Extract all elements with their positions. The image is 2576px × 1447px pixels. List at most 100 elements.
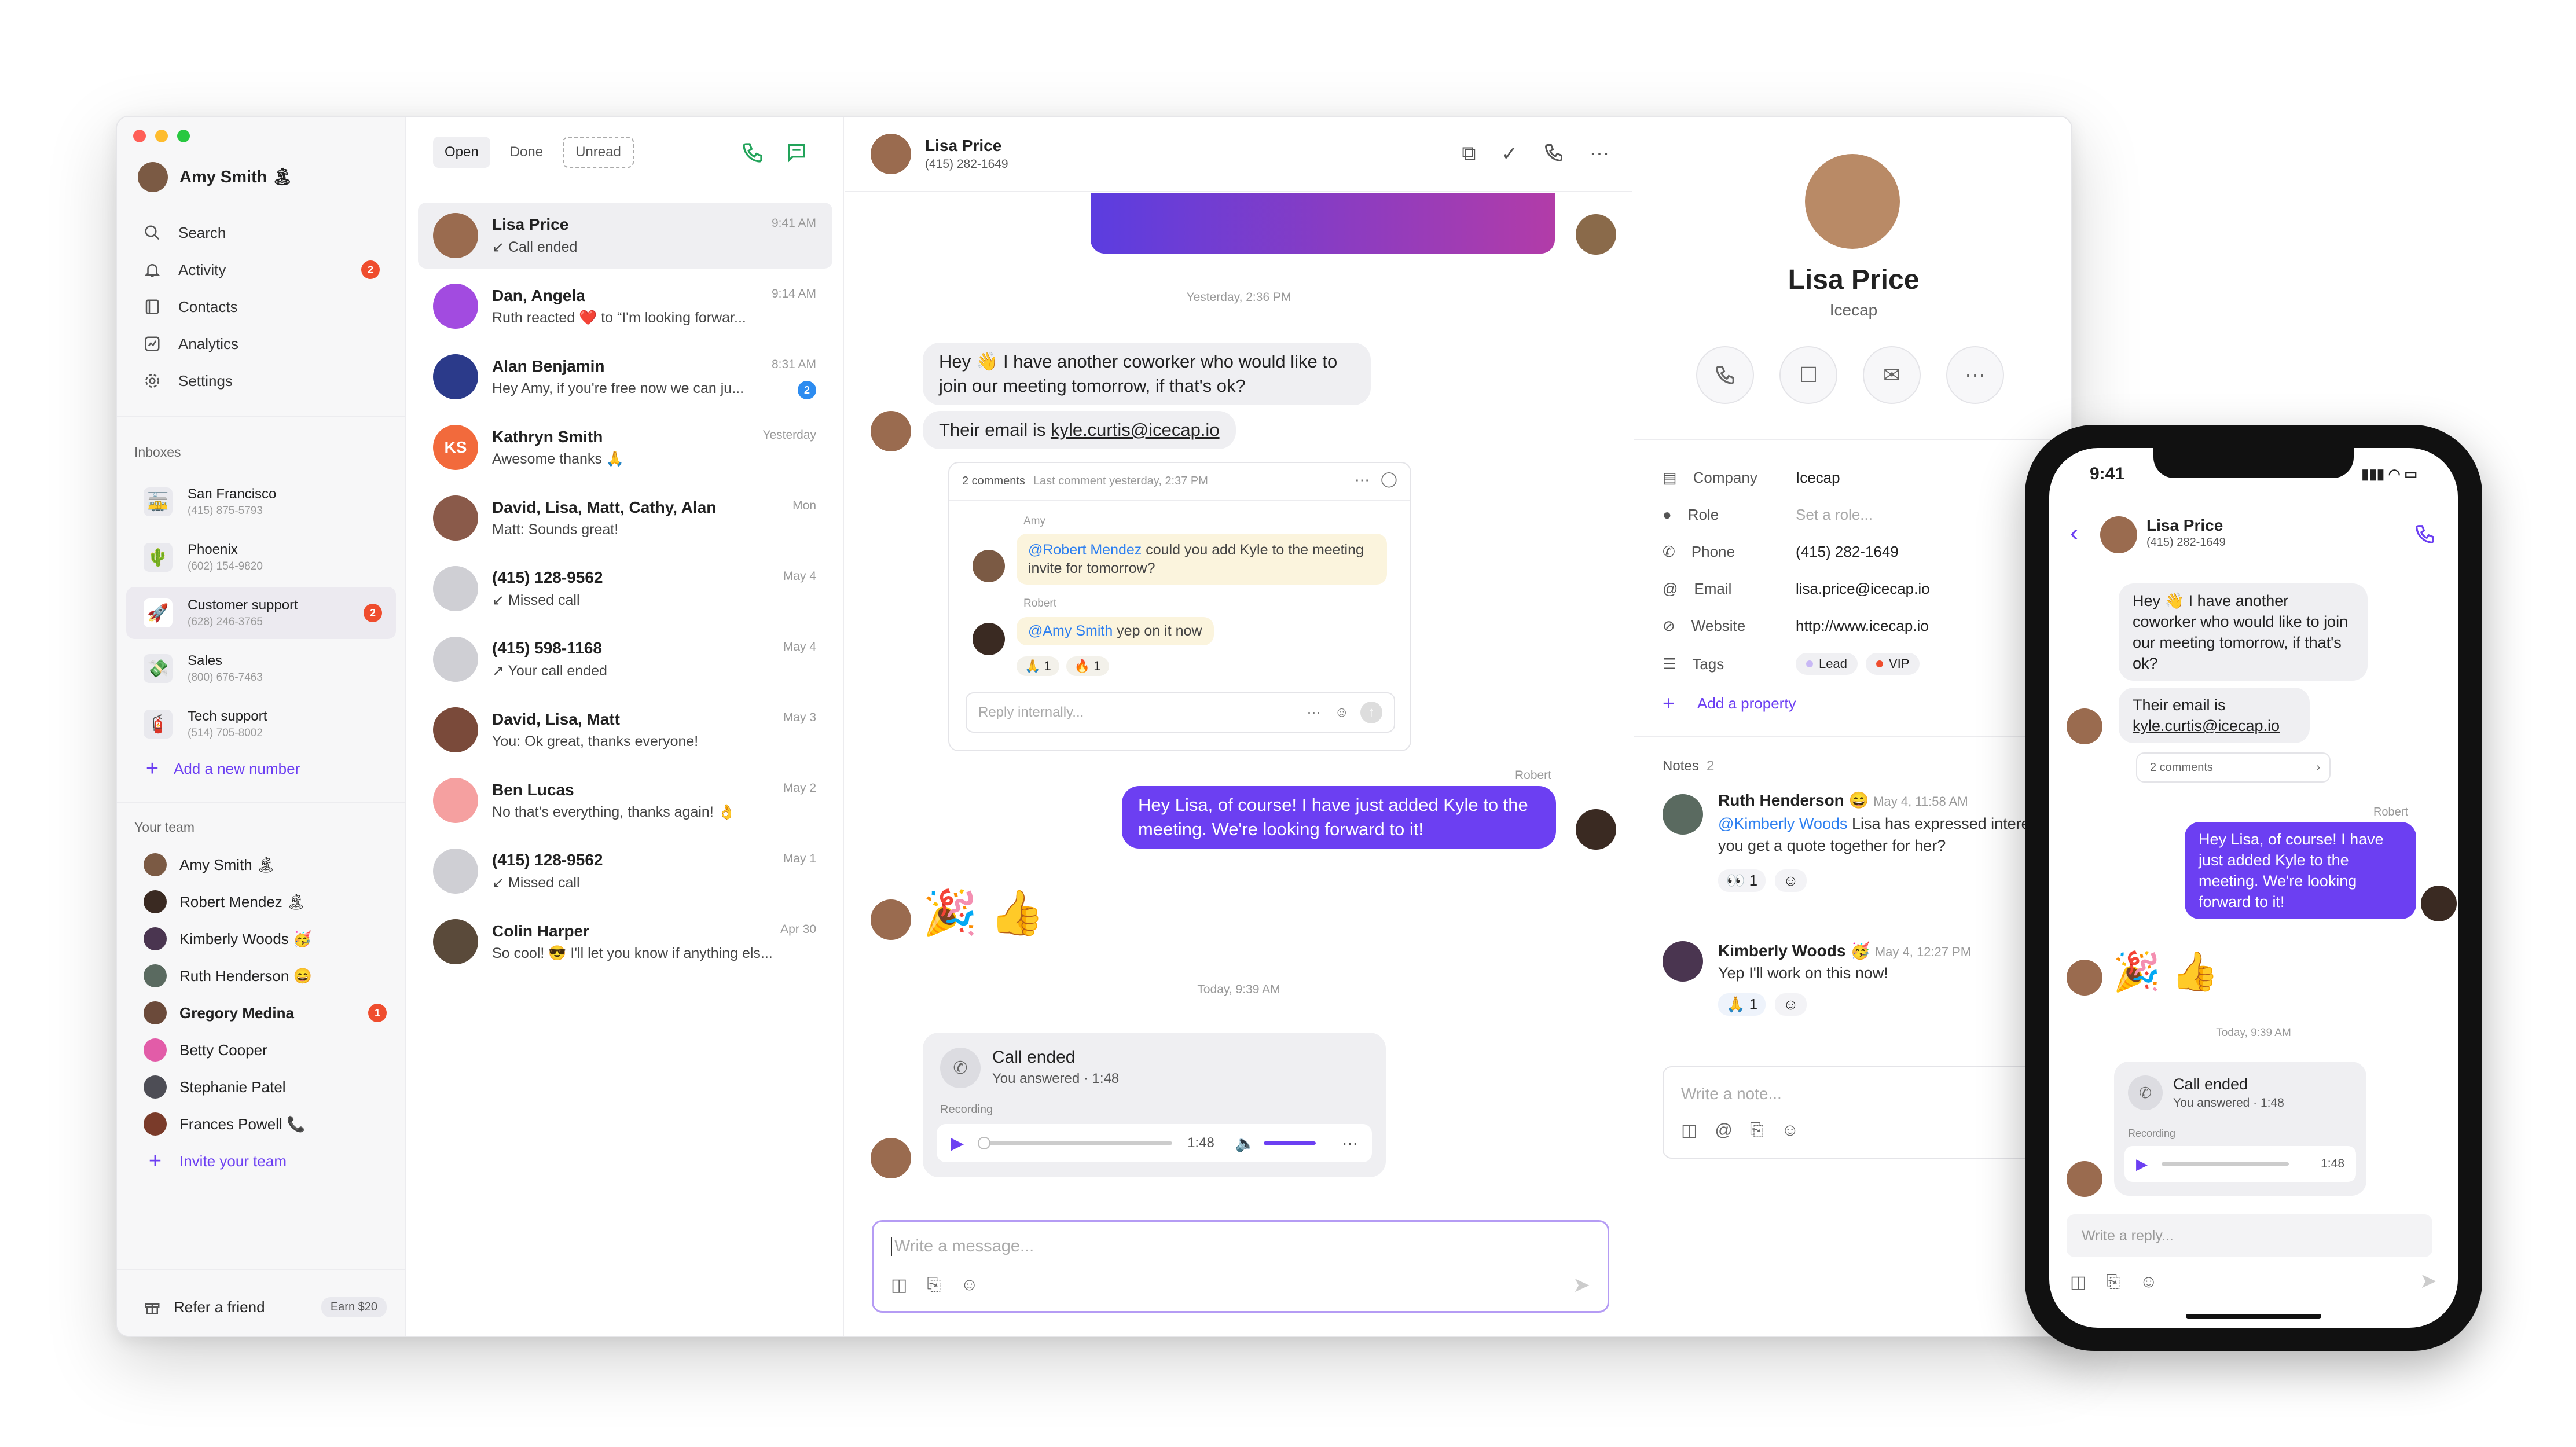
more-icon[interactable]: ⋯ (1342, 1134, 1358, 1153)
audio-progress[interactable] (2162, 1162, 2289, 1166)
shortcut-icon[interactable]: ◫ (2070, 1272, 2086, 1292)
volume-slider[interactable] (1263, 1141, 1316, 1145)
reply-internally-input[interactable]: Reply internally... ⋯ ☺ ↑ (966, 692, 1395, 733)
image-attachment[interactable] (1091, 193, 1555, 254)
send-icon[interactable]: ➤ (1573, 1273, 1590, 1297)
add-number-button[interactable]: + Add a new number (144, 750, 387, 787)
conversation-item[interactable]: (415) 128-9562 ↙ Missed call May 4 (418, 556, 832, 622)
mention[interactable]: @Amy Smith (1028, 623, 1113, 639)
tab-done[interactable]: Done (498, 137, 555, 168)
phone-reply-input[interactable]: Write a reply... (2067, 1214, 2432, 1257)
send-icon[interactable]: ➤ (2420, 1269, 2437, 1293)
call-icon[interactable] (2414, 523, 2436, 545)
email-button[interactable]: ✉ (1863, 346, 1921, 404)
conversation-item[interactable]: Dan, Angela Ruth reacted ❤️ to “I'm looki… (418, 273, 832, 339)
seek-handle[interactable] (978, 1137, 991, 1149)
check-icon[interactable]: ✓ (1502, 142, 1518, 166)
team-member[interactable]: Ruth Henderson 😄 (144, 957, 387, 994)
emoji-icon[interactable]: ☺ (960, 1275, 978, 1295)
tab-open[interactable]: Open (433, 137, 490, 168)
attachment-icon[interactable]: ⎘ (1750, 1121, 1764, 1141)
shortcut-icon[interactable]: ◫ (891, 1275, 907, 1295)
invite-team-button[interactable]: + Invite your team (144, 1143, 387, 1180)
snooze-icon[interactable]: ⧉ (1462, 142, 1476, 166)
property-row[interactable]: ● Role Set a role... (1663, 506, 1873, 524)
minimize-window-button[interactable] (155, 130, 168, 142)
resolve-icon[interactable]: ◯ (1381, 470, 1397, 488)
emoji-icon[interactable]: ☺ (2140, 1272, 2157, 1292)
send-icon[interactable]: ↑ (1360, 702, 1382, 724)
team-member[interactable]: Kimberly Woods 🥳 (144, 920, 387, 957)
conversation-item[interactable]: Colin Harper So cool! 😎 I'll let you know… (418, 909, 832, 975)
message-button[interactable]: ☐ (1779, 346, 1837, 404)
reaction[interactable]: 🙏 1 (1718, 993, 1766, 1016)
inbox-sales[interactable]: 💸 Sales (800) 676-7463 (126, 642, 396, 695)
nav-settings[interactable]: Settings (134, 362, 389, 399)
mention[interactable]: @Robert Mendez (1028, 542, 1142, 558)
property-row[interactable]: ✆ Phone (415) 282-1649 (1663, 543, 1899, 561)
add-property-button[interactable]: + Add a property (1663, 691, 1796, 715)
more-icon[interactable]: ⋯ (1355, 471, 1370, 489)
message-composer[interactable]: Write a message... ◫ ⎘ ☺ ➤ (872, 1220, 1609, 1313)
tab-unread[interactable]: Unread (563, 137, 634, 168)
refer-friend-button[interactable]: Refer a friend Earn $20 (144, 1288, 387, 1325)
conversation-item[interactable]: Alan Benjamin Hey Amy, if you're free now… (418, 344, 832, 410)
composer-placeholder[interactable]: Write a message... (891, 1237, 1034, 1256)
property-row[interactable]: @ Email lisa.price@icecap.io (1663, 580, 1930, 598)
audio-progress[interactable] (978, 1137, 1173, 1149)
call-button[interactable] (1696, 346, 1754, 404)
email-link[interactable]: kyle.curtis@icecap.io (2133, 717, 2280, 734)
more-icon[interactable]: ⋯ (1590, 142, 1609, 166)
attachment-icon[interactable]: ⎘ (927, 1275, 941, 1295)
conversation-item[interactable]: KS Kathryn Smith Awesome thanks 🙏 Yesterday (418, 414, 832, 480)
emoji-icon[interactable]: ☺ (1781, 1121, 1799, 1141)
conversation-item[interactable]: (415) 128-9562 ↙ Missed call May 1 (418, 838, 832, 904)
new-message-icon[interactable] (785, 141, 808, 164)
comments-chip[interactable]: 2 comments › (2136, 752, 2331, 783)
conversation-item[interactable]: (415) 598-1168 ↗ Your call ended May 4 (418, 626, 832, 692)
phone-icon[interactable] (1543, 142, 1564, 163)
inbox-customer-support[interactable]: 🚀 Customer support (628) 246-3765 2 (126, 587, 396, 639)
inbox-san-francisco[interactable]: 🚋 San Francisco (415) 875-5793 (126, 476, 396, 528)
more-icon[interactable]: ⋯ (1307, 704, 1320, 721)
play-icon[interactable]: ▶ (951, 1133, 964, 1154)
conversation-item[interactable]: David, Lisa, Matt You: Ok great, thanks e… (418, 697, 832, 763)
team-member[interactable]: Betty Cooper (144, 1031, 387, 1068)
reaction[interactable]: 🔥 1 (1066, 656, 1109, 676)
nav-search[interactable]: Search (134, 214, 389, 251)
team-member[interactable]: Frances Powell 📞 (144, 1106, 387, 1143)
reaction[interactable]: 👀 1 (1718, 869, 1766, 892)
mention[interactable]: @Kimberly Woods (1718, 815, 1847, 832)
team-member[interactable]: Amy Smith 🏝 (144, 846, 387, 883)
play-icon[interactable]: ▶ (2136, 1155, 2148, 1173)
inbox-tech-support[interactable]: 🧯 Tech support (514) 705-8002 (126, 698, 396, 750)
property-row[interactable]: ☰ Tags Lead VIP (1663, 653, 1928, 675)
more-button[interactable]: ⋯ (1946, 346, 2004, 404)
conversation-item[interactable]: David, Lisa, Matt, Cathy, Alan Matt: Soun… (418, 485, 832, 551)
reaction[interactable]: 🙏 1 (1017, 656, 1059, 676)
tag-vip[interactable]: VIP (1865, 653, 1920, 675)
close-window-button[interactable] (133, 130, 146, 142)
current-user[interactable]: Amy Smith 🏝 (138, 162, 293, 192)
tag-lead[interactable]: Lead (1796, 653, 1858, 675)
add-reaction-icon[interactable]: ☺ (1775, 993, 1807, 1016)
shortcut-icon[interactable]: ◫ (1681, 1121, 1697, 1141)
property-row[interactable]: ⊘ Website http://www.icecap.io (1663, 617, 1929, 635)
conversation-item[interactable]: Ben Lucas No that's everything, thanks ag… (418, 767, 832, 833)
back-icon[interactable]: ‹ (2070, 519, 2079, 548)
note-composer[interactable]: Write a note... ◫ @ ⎘ ☺ (1663, 1066, 2062, 1159)
call-icon[interactable] (741, 141, 764, 164)
emoji-icon[interactable]: ☺ (1334, 704, 1349, 721)
nav-activity[interactable]: Activity 2 (134, 251, 389, 288)
attachment-icon[interactable]: ⎘ (2106, 1272, 2120, 1292)
team-member[interactable]: Stephanie Patel (144, 1068, 387, 1106)
team-member[interactable]: Robert Mendez 🏝 (144, 883, 387, 920)
at-icon[interactable]: @ (1715, 1121, 1732, 1141)
nav-contacts[interactable]: Contacts (134, 288, 389, 325)
volume-icon[interactable]: 🔈 (1235, 1134, 1256, 1153)
zoom-window-button[interactable] (177, 130, 190, 142)
add-reaction-icon[interactable]: ☺ (1775, 869, 1807, 892)
email-link[interactable]: kyle.curtis@icecap.io (1051, 420, 1220, 440)
nav-analytics[interactable]: Analytics (134, 325, 389, 362)
property-row[interactable]: ▤ Company Icecap (1663, 469, 1840, 487)
